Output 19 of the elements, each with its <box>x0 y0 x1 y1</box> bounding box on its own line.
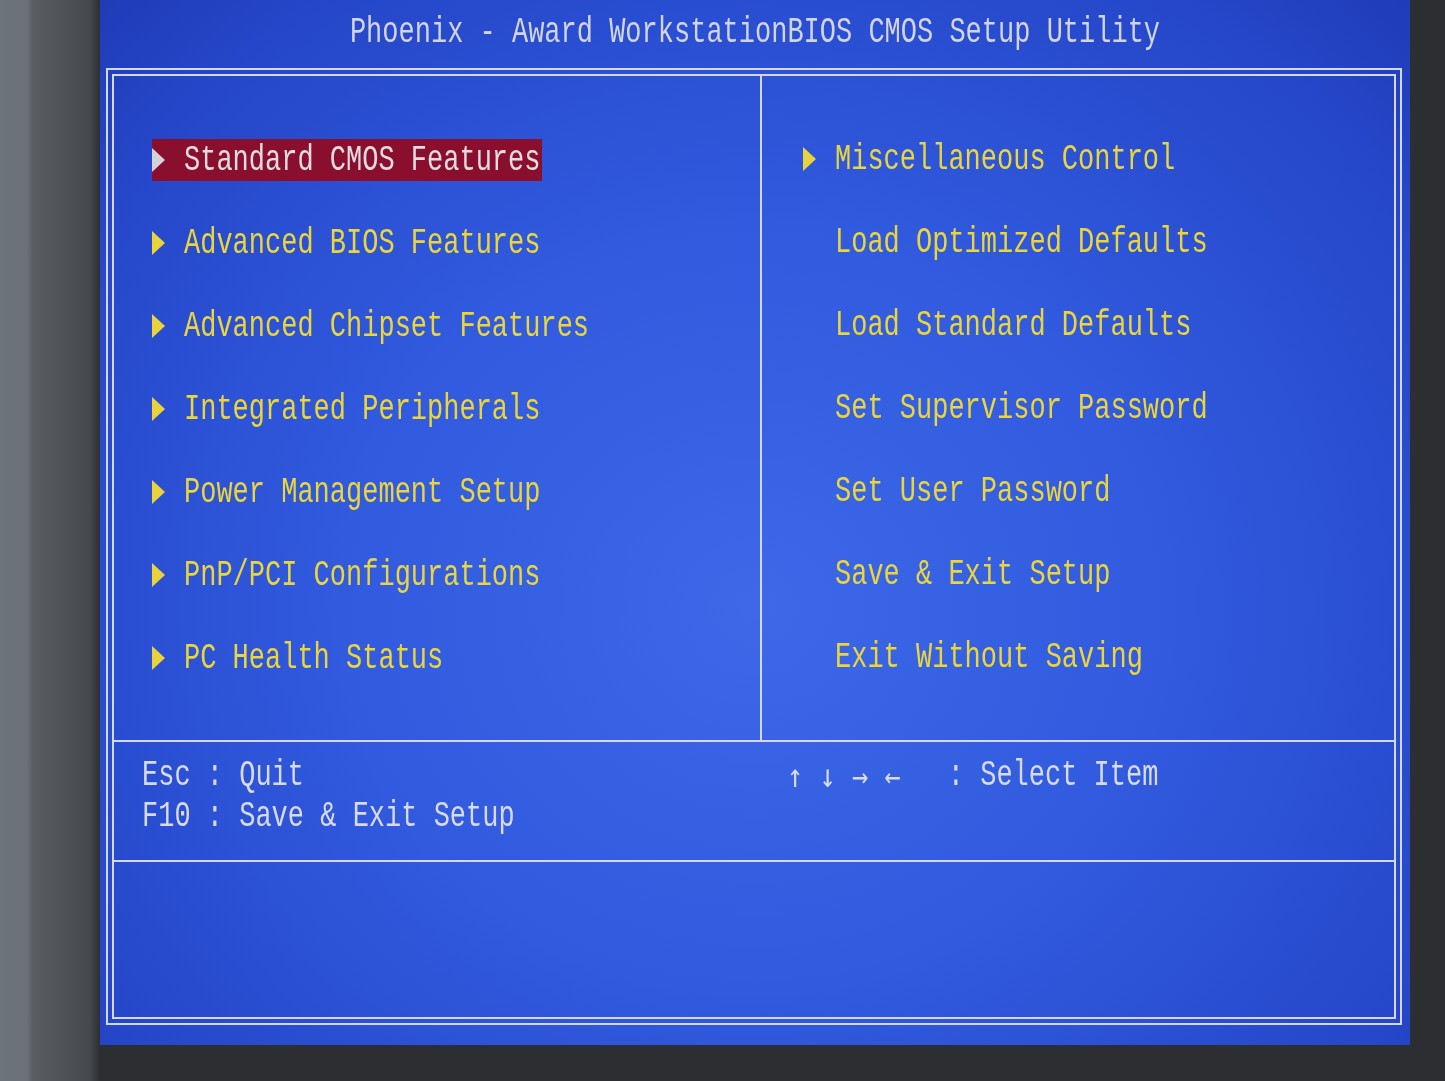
menu-item[interactable]: PC Health Status <box>152 637 446 679</box>
menu-item[interactable]: Load Optimized Defaults <box>803 221 1210 263</box>
menu-item[interactable]: Power Management Setup <box>152 471 543 513</box>
menu-item[interactable]: Load Standard Defaults <box>803 304 1194 346</box>
menu-item[interactable]: PnP/PCI Configurations <box>152 554 543 596</box>
help-text: F10 : Save & Exit Setup <box>142 797 515 836</box>
menu-item[interactable]: Standard CMOS Features <box>152 139 543 181</box>
menu-item[interactable]: Miscellaneous Control <box>803 138 1178 180</box>
menu-item[interactable]: Integrated Peripherals <box>152 388 543 430</box>
help-text: Esc : Quit <box>142 756 305 795</box>
menu-item[interactable]: Save & Exit Setup <box>803 553 1113 595</box>
menu-item[interactable]: Set Supervisor Password <box>803 387 1210 429</box>
menu-item[interactable]: Exit Without Saving <box>803 636 1145 678</box>
menu-item[interactable]: Set User Password <box>803 470 1113 512</box>
window-title: Phoenix - Award WorkstationBIOS CMOS Setup Utility <box>349 13 1161 51</box>
menu-item[interactable]: Advanced BIOS Features <box>152 222 543 264</box>
arrow-keys: ↑ ↓ → ← <box>787 759 901 792</box>
help-text: : Select Item <box>947 756 1159 795</box>
menu-item[interactable]: Advanced Chipset Features <box>152 305 592 347</box>
